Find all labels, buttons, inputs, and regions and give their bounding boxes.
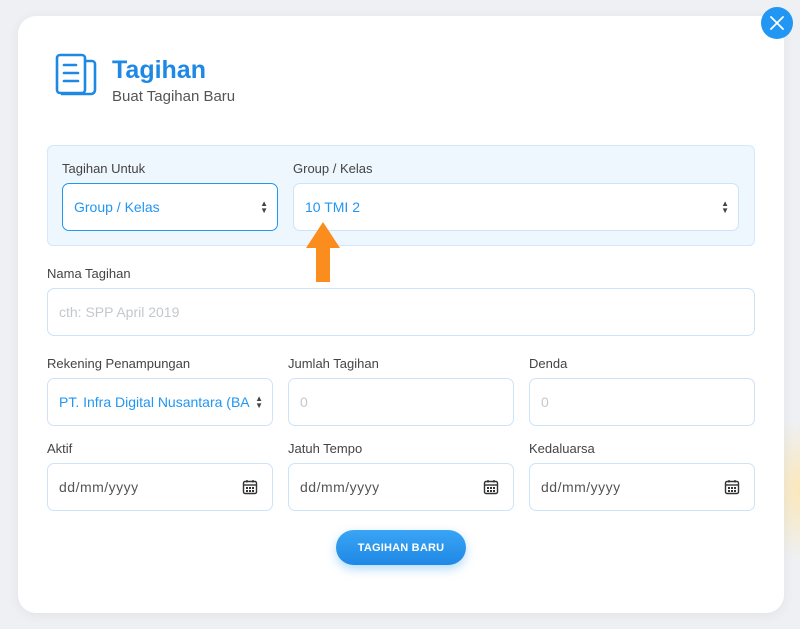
select-arrows-icon: ▲ ▼ <box>255 394 263 410</box>
page-subtitle: Buat Tagihan Baru <box>112 88 236 105</box>
select-arrows-icon: ▲ ▼ <box>260 199 268 215</box>
jatuh-tempo-label: Jatuh Tempo <box>288 441 363 456</box>
aktif-label: Aktif <box>47 441 73 456</box>
calendar-icon[interactable] <box>483 479 499 495</box>
jumlah-tagihan-input[interactable]: 0 <box>288 378 514 426</box>
nama-tagihan-input[interactable]: cth: SPP April 2019 <box>47 288 755 336</box>
calendar-icon[interactable] <box>724 479 740 495</box>
jatuh-tempo-date-input[interactable]: dd/mm/yyyy <box>288 463 514 511</box>
kedaluarsa-date-input[interactable]: dd/mm/yyyy <box>529 463 755 511</box>
nama-tagihan-label: Nama Tagihan <box>47 266 131 281</box>
tagihan-untuk-label: Tagihan Untuk <box>62 161 146 176</box>
jatuh-tempo-date-placeholder: dd/mm/yyyy <box>300 479 380 495</box>
invoice-book-icon <box>55 53 97 96</box>
group-kelas-label: Group / Kelas <box>293 161 373 176</box>
group-kelas-select[interactable]: 10 TMI 2 ▲ ▼ <box>293 183 739 231</box>
aktif-date-input[interactable]: dd/mm/yyyy <box>47 463 273 511</box>
aktif-date-placeholder: dd/mm/yyyy <box>59 479 139 495</box>
nama-tagihan-placeholder: cth: SPP April 2019 <box>59 304 180 320</box>
close-button[interactable] <box>761 7 793 39</box>
select-arrows-icon: ▲ ▼ <box>721 199 729 215</box>
calendar-icon[interactable] <box>242 479 258 495</box>
tagihan-untuk-value: Group / Kelas <box>74 199 160 215</box>
tagihan-untuk-select[interactable]: Group / Kelas ▲ ▼ <box>62 183 278 231</box>
up-arrow-annotation-icon <box>306 222 340 282</box>
jumlah-tagihan-label: Jumlah Tagihan <box>288 356 379 371</box>
denda-label: Denda <box>529 356 568 371</box>
create-bill-button[interactable]: TAGIHAN BARU <box>336 530 466 565</box>
close-icon <box>770 16 784 30</box>
denda-placeholder: 0 <box>541 394 549 410</box>
kedaluarsa-date-placeholder: dd/mm/yyyy <box>541 479 621 495</box>
group-kelas-value: 10 TMI 2 <box>305 199 360 215</box>
rekening-select[interactable]: PT. Infra Digital Nusantara (BA ▲ ▼ <box>47 378 273 426</box>
rekening-label: Rekening Penampungan <box>47 356 191 371</box>
rekening-value: PT. Infra Digital Nusantara (BA <box>59 394 250 410</box>
jumlah-tagihan-placeholder: 0 <box>300 394 308 410</box>
page-title: Tagihan <box>112 56 206 84</box>
denda-input[interactable]: 0 <box>529 378 755 426</box>
kedaluarsa-label: Kedaluarsa <box>529 441 595 456</box>
